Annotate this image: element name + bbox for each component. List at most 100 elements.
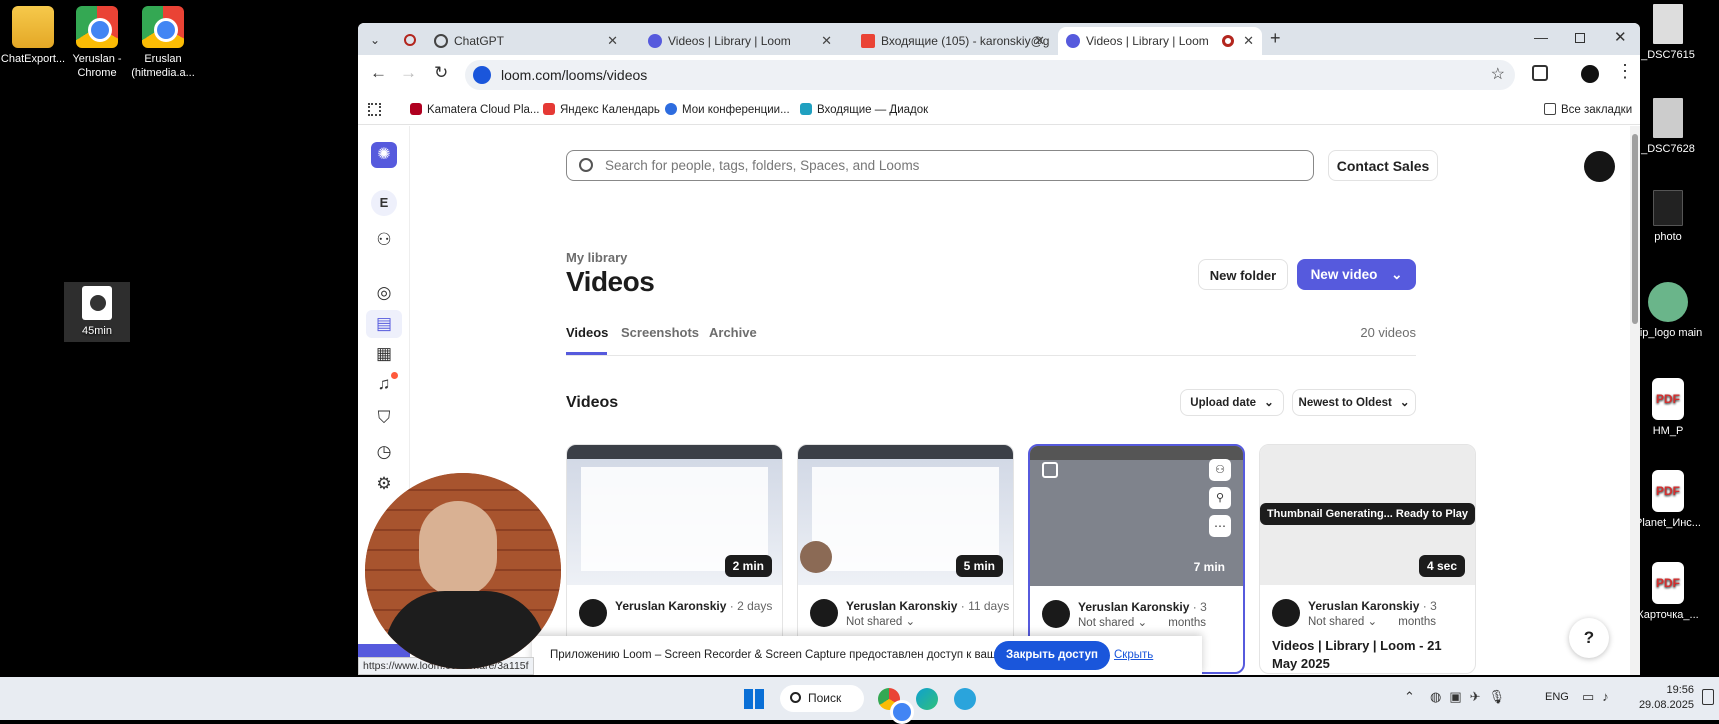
contact-sales-button[interactable]: Contact Sales <box>1328 150 1438 181</box>
url-field[interactable]: loom.com/looms/videos ☆ <box>465 60 1515 90</box>
desktop-icon-dip-logo[interactable]: dip_logo main <box>1629 282 1707 340</box>
add-user-icon[interactable]: ⚇ <box>1209 459 1231 481</box>
desktop-icon-label: photo <box>1654 231 1682 243</box>
presenter-face <box>419 501 497 597</box>
maximize-icon[interactable] <box>1575 33 1585 43</box>
edge-taskbar-icon[interactable] <box>916 688 938 710</box>
new-tab-icon[interactable]: + <box>1270 28 1281 49</box>
tray-chevron-icon[interactable]: ⌃ <box>1404 689 1415 705</box>
apps-grid-icon[interactable] <box>368 103 381 116</box>
webcam-bubble[interactable] <box>365 473 561 669</box>
help-button[interactable]: ? <box>1569 618 1609 658</box>
extensions-icon[interactable] <box>1532 65 1548 81</box>
forward-icon[interactable]: → <box>400 63 417 83</box>
sort-field-select[interactable]: Upload date ⌄ <box>1180 389 1284 416</box>
chrome-taskbar-icon[interactable] <box>878 688 914 724</box>
tab-chatgpt[interactable]: ChatGPT ✕ <box>426 27 626 55</box>
workspace-avatar[interactable]: E <box>371 190 397 216</box>
clock[interactable]: 19:56 29.08.2025 <box>1632 683 1694 713</box>
desktop-icon-pdf-planet[interactable]: PDF Planet_Инс... <box>1629 470 1707 530</box>
back-icon[interactable]: ← <box>370 63 387 83</box>
chevron-down-icon: ⌄ <box>1399 397 1410 409</box>
bookmark-diadoc[interactable]: Входящие — Диадок <box>800 103 928 116</box>
language-indicator[interactable]: ENG <box>1545 691 1569 703</box>
share-status[interactable]: Not shared ⌄ <box>846 614 915 628</box>
more-icon[interactable]: ⋯ <box>1209 515 1231 537</box>
notifications-icon[interactable]: ♫ <box>372 372 398 396</box>
desktop-icon-video[interactable]: 45min <box>64 282 130 342</box>
desktop-icon-pdf-card[interactable]: PDF Карточка_... <box>1629 562 1707 622</box>
image-file-icon <box>1653 4 1683 44</box>
tab-bar: ⌄ ChatGPT ✕ Videos | Library | Loom ✕ Вх… <box>358 23 1640 55</box>
video-title[interactable]: Videos | Library | Loom - 21 May 2025 <box>1272 637 1455 673</box>
new-video-button[interactable]: New video ⌄ <box>1297 259 1416 290</box>
new-video-label: New video <box>1310 267 1378 282</box>
tab-title: Входящие (105) - karonskiy@g <box>881 34 1050 48</box>
user-avatar[interactable] <box>1584 151 1615 182</box>
bookmark-kamatera[interactable]: Kamatera Cloud Pla... <box>410 103 540 116</box>
tab-gmail[interactable]: Входящие (105) - karonskiy@g ✕ <box>853 27 1053 55</box>
desktop-icon-pdf-hm[interactable]: PDF HM_P <box>1629 378 1707 438</box>
video-count: 20 videos <box>1360 325 1416 340</box>
share-status[interactable]: Not shared ⌄ months <box>1078 615 1206 629</box>
profile-icon[interactable]: ◎ <box>372 281 396 305</box>
tab-loom-active[interactable]: Videos | Library | Loom ✕ <box>1058 27 1262 55</box>
notification-center-icon[interactable] <box>1702 689 1714 705</box>
tab-videos[interactable]: Videos <box>566 325 608 340</box>
loom-icon <box>648 34 662 48</box>
close-window-icon[interactable]: ✕ <box>1614 28 1627 46</box>
desktop-icon-label: dip_logo main <box>1633 327 1703 339</box>
link-icon[interactable]: ⚲ <box>1209 487 1231 509</box>
pdf-icon: PDF <box>1652 470 1684 512</box>
profile-avatar[interactable] <box>1581 65 1599 83</box>
all-bookmarks[interactable]: Все закладки <box>1544 103 1632 116</box>
hide-link[interactable]: Скрыть <box>1114 636 1153 675</box>
close-tab-icon[interactable]: ✕ <box>1243 27 1254 55</box>
tab-search-icon[interactable]: ⌄ <box>364 29 386 51</box>
desktop-icon-chrome-eruslan[interactable]: Eruslan (hitmedia.a... <box>124 6 202 80</box>
video-card[interactable]: Thumbnail Generating... Ready to Play 4 … <box>1259 444 1476 674</box>
avatar <box>810 599 838 627</box>
desktop-icon-photo-7628[interactable]: _DSC7628 <box>1629 98 1707 156</box>
network-volume-icons[interactable]: ▭♪ <box>1582 689 1617 705</box>
close-tab-icon[interactable]: ✕ <box>1034 27 1045 55</box>
banner-text: Приложению Loom – Screen Recorder & Scre… <box>550 649 1058 661</box>
history-icon[interactable]: ◷ <box>372 440 396 464</box>
tab-archive[interactable]: Archive <box>709 325 757 340</box>
close-tab-icon[interactable]: ✕ <box>821 27 832 55</box>
breadcrumb[interactable]: My library <box>566 250 627 265</box>
tab-loom-1[interactable]: Videos | Library | Loom ✕ <box>640 27 840 55</box>
select-checkbox[interactable] <box>1042 462 1058 478</box>
bookmark-icon[interactable]: ⛉ <box>372 406 396 430</box>
video-thumbnail: Thumbnail Generating... Ready to Play 4 … <box>1260 445 1475 585</box>
desktop-icon-photo-7615[interactable]: _DSC7615 <box>1629 4 1707 62</box>
minimize-icon[interactable]: — <box>1534 29 1548 45</box>
reload-icon[interactable]: ↻ <box>434 63 448 83</box>
duration-badge: 7 min <box>1193 560 1225 574</box>
chatgpt-icon <box>434 34 448 48</box>
scrollbar[interactable] <box>1630 126 1640 675</box>
sort-field-label: Upload date <box>1190 397 1257 409</box>
loom-logo-icon[interactable]: ✺ <box>371 142 397 168</box>
calendar-icon[interactable]: ▦ <box>372 342 396 366</box>
telegram-taskbar-icon[interactable] <box>954 688 976 710</box>
desktop-icon-photo[interactable]: photo <box>1629 190 1707 244</box>
stop-sharing-button[interactable]: Закрыть доступ <box>994 641 1110 670</box>
bookmark-yandex-calendar[interactable]: Яндекс Календарь <box>543 103 660 116</box>
library-icon[interactable]: ▤ <box>366 310 402 338</box>
new-folder-button[interactable]: New folder <box>1198 259 1288 290</box>
gmail-icon <box>861 34 875 48</box>
sort-order-select[interactable]: Newest to Oldest ⌄ <box>1292 389 1416 416</box>
bookmark-conferences[interactable]: Мои конференции... <box>665 103 790 116</box>
taskbar-search[interactable]: Поиск <box>780 685 864 712</box>
start-icon[interactable] <box>744 689 764 709</box>
tray-icons[interactable]: ◍▣✈🎙 <box>1430 689 1513 705</box>
tab-screenshots[interactable]: Screenshots <box>621 325 699 340</box>
search-input[interactable]: Search for people, tags, folders, Spaces… <box>566 150 1314 181</box>
section-title: Videos <box>566 394 619 411</box>
share-status[interactable]: Not shared ⌄ months <box>1308 614 1436 628</box>
star-icon[interactable]: ☆ <box>1491 60 1505 90</box>
add-user-icon[interactable]: ⚇ <box>372 228 396 252</box>
browser-menu-icon[interactable]: ⋮ <box>1616 61 1634 82</box>
close-tab-icon[interactable]: ✕ <box>607 27 618 55</box>
